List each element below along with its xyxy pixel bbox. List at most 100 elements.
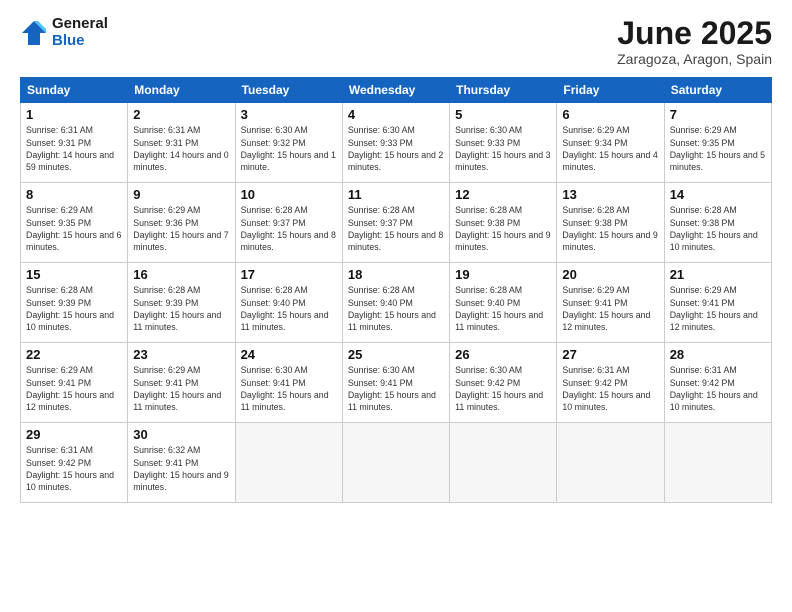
calendar-cell: 25 Sunrise: 6:30 AMSunset: 9:41 PMDaylig…: [342, 343, 449, 423]
logo-general: General: [52, 16, 108, 33]
calendar-cell: 5 Sunrise: 6:30 AMSunset: 9:33 PMDayligh…: [450, 103, 557, 183]
calendar-week-row: 29 Sunrise: 6:31 AMSunset: 9:42 PMDaylig…: [21, 423, 772, 503]
col-monday: Monday: [128, 78, 235, 103]
calendar-cell: 3 Sunrise: 6:30 AMSunset: 9:32 PMDayligh…: [235, 103, 342, 183]
day-number: 30: [133, 427, 229, 442]
calendar-cell: 26 Sunrise: 6:30 AMSunset: 9:42 PMDaylig…: [450, 343, 557, 423]
day-number: 5: [455, 107, 551, 122]
calendar-cell: 27 Sunrise: 6:31 AMSunset: 9:42 PMDaylig…: [557, 343, 664, 423]
day-number: 15: [26, 267, 122, 282]
day-number: 10: [241, 187, 337, 202]
calendar-cell: 20 Sunrise: 6:29 AMSunset: 9:41 PMDaylig…: [557, 263, 664, 343]
calendar-cell: 7 Sunrise: 6:29 AMSunset: 9:35 PMDayligh…: [664, 103, 771, 183]
day-info: Sunrise: 6:28 AMSunset: 9:39 PMDaylight:…: [133, 285, 221, 332]
day-info: Sunrise: 6:30 AMSunset: 9:32 PMDaylight:…: [241, 125, 336, 172]
calendar-cell: 12 Sunrise: 6:28 AMSunset: 9:38 PMDaylig…: [450, 183, 557, 263]
col-saturday: Saturday: [664, 78, 771, 103]
day-number: 1: [26, 107, 122, 122]
calendar-week-row: 22 Sunrise: 6:29 AMSunset: 9:41 PMDaylig…: [21, 343, 772, 423]
calendar-cell: [450, 423, 557, 503]
month-title: June 2025: [617, 16, 772, 51]
calendar-cell: 8 Sunrise: 6:29 AMSunset: 9:35 PMDayligh…: [21, 183, 128, 263]
day-number: 17: [241, 267, 337, 282]
day-number: 20: [562, 267, 658, 282]
calendar-cell: 24 Sunrise: 6:30 AMSunset: 9:41 PMDaylig…: [235, 343, 342, 423]
day-info: Sunrise: 6:29 AMSunset: 9:41 PMDaylight:…: [562, 285, 650, 332]
day-info: Sunrise: 6:28 AMSunset: 9:38 PMDaylight:…: [670, 205, 758, 252]
calendar-week-row: 15 Sunrise: 6:28 AMSunset: 9:39 PMDaylig…: [21, 263, 772, 343]
day-info: Sunrise: 6:28 AMSunset: 9:40 PMDaylight:…: [241, 285, 329, 332]
calendar-cell: [557, 423, 664, 503]
day-info: Sunrise: 6:31 AMSunset: 9:31 PMDaylight:…: [26, 125, 114, 172]
day-number: 16: [133, 267, 229, 282]
day-info: Sunrise: 6:28 AMSunset: 9:37 PMDaylight:…: [348, 205, 443, 252]
calendar-cell: [342, 423, 449, 503]
day-info: Sunrise: 6:29 AMSunset: 9:36 PMDaylight:…: [133, 205, 228, 252]
day-info: Sunrise: 6:30 AMSunset: 9:33 PMDaylight:…: [348, 125, 443, 172]
day-number: 22: [26, 347, 122, 362]
calendar-cell: [664, 423, 771, 503]
calendar-cell: 6 Sunrise: 6:29 AMSunset: 9:34 PMDayligh…: [557, 103, 664, 183]
calendar-cell: 19 Sunrise: 6:28 AMSunset: 9:40 PMDaylig…: [450, 263, 557, 343]
calendar-cell: 1 Sunrise: 6:31 AMSunset: 9:31 PMDayligh…: [21, 103, 128, 183]
day-info: Sunrise: 6:29 AMSunset: 9:34 PMDaylight:…: [562, 125, 657, 172]
day-info: Sunrise: 6:30 AMSunset: 9:41 PMDaylight:…: [348, 365, 436, 412]
calendar-header-row: Sunday Monday Tuesday Wednesday Thursday…: [21, 78, 772, 103]
calendar-week-row: 1 Sunrise: 6:31 AMSunset: 9:31 PMDayligh…: [21, 103, 772, 183]
calendar-cell: 4 Sunrise: 6:30 AMSunset: 9:33 PMDayligh…: [342, 103, 449, 183]
logo-icon: [20, 19, 48, 47]
day-number: 21: [670, 267, 766, 282]
day-number: 23: [133, 347, 229, 362]
day-number: 7: [670, 107, 766, 122]
day-info: Sunrise: 6:29 AMSunset: 9:41 PMDaylight:…: [670, 285, 758, 332]
calendar-cell: 2 Sunrise: 6:31 AMSunset: 9:31 PMDayligh…: [128, 103, 235, 183]
col-wednesday: Wednesday: [342, 78, 449, 103]
day-info: Sunrise: 6:31 AMSunset: 9:42 PMDaylight:…: [26, 445, 114, 492]
day-info: Sunrise: 6:28 AMSunset: 9:38 PMDaylight:…: [455, 205, 550, 252]
day-number: 27: [562, 347, 658, 362]
calendar-cell: 17 Sunrise: 6:28 AMSunset: 9:40 PMDaylig…: [235, 263, 342, 343]
calendar-cell: 22 Sunrise: 6:29 AMSunset: 9:41 PMDaylig…: [21, 343, 128, 423]
page: General Blue June 2025 Zaragoza, Aragon,…: [0, 0, 792, 612]
calendar-cell: 11 Sunrise: 6:28 AMSunset: 9:37 PMDaylig…: [342, 183, 449, 263]
day-number: 29: [26, 427, 122, 442]
calendar-cell: 30 Sunrise: 6:32 AMSunset: 9:41 PMDaylig…: [128, 423, 235, 503]
day-number: 24: [241, 347, 337, 362]
day-info: Sunrise: 6:30 AMSunset: 9:33 PMDaylight:…: [455, 125, 550, 172]
calendar-week-row: 8 Sunrise: 6:29 AMSunset: 9:35 PMDayligh…: [21, 183, 772, 263]
calendar-cell: 10 Sunrise: 6:28 AMSunset: 9:37 PMDaylig…: [235, 183, 342, 263]
day-info: Sunrise: 6:29 AMSunset: 9:35 PMDaylight:…: [670, 125, 765, 172]
day-info: Sunrise: 6:28 AMSunset: 9:37 PMDaylight:…: [241, 205, 336, 252]
day-number: 25: [348, 347, 444, 362]
calendar-cell: [235, 423, 342, 503]
header: General Blue June 2025 Zaragoza, Aragon,…: [20, 16, 772, 67]
calendar-cell: 13 Sunrise: 6:28 AMSunset: 9:38 PMDaylig…: [557, 183, 664, 263]
location: Zaragoza, Aragon, Spain: [617, 51, 772, 67]
day-number: 19: [455, 267, 551, 282]
col-tuesday: Tuesday: [235, 78, 342, 103]
col-sunday: Sunday: [21, 78, 128, 103]
calendar-cell: 29 Sunrise: 6:31 AMSunset: 9:42 PMDaylig…: [21, 423, 128, 503]
day-info: Sunrise: 6:28 AMSunset: 9:38 PMDaylight:…: [562, 205, 657, 252]
col-friday: Friday: [557, 78, 664, 103]
calendar-cell: 23 Sunrise: 6:29 AMSunset: 9:41 PMDaylig…: [128, 343, 235, 423]
day-number: 18: [348, 267, 444, 282]
calendar-cell: 21 Sunrise: 6:29 AMSunset: 9:41 PMDaylig…: [664, 263, 771, 343]
day-number: 26: [455, 347, 551, 362]
logo-text: General Blue: [52, 16, 108, 49]
day-info: Sunrise: 6:28 AMSunset: 9:40 PMDaylight:…: [348, 285, 436, 332]
calendar-cell: 18 Sunrise: 6:28 AMSunset: 9:40 PMDaylig…: [342, 263, 449, 343]
calendar-cell: 28 Sunrise: 6:31 AMSunset: 9:42 PMDaylig…: [664, 343, 771, 423]
day-number: 28: [670, 347, 766, 362]
day-number: 8: [26, 187, 122, 202]
day-info: Sunrise: 6:29 AMSunset: 9:41 PMDaylight:…: [133, 365, 221, 412]
day-number: 3: [241, 107, 337, 122]
calendar-cell: 14 Sunrise: 6:28 AMSunset: 9:38 PMDaylig…: [664, 183, 771, 263]
day-info: Sunrise: 6:28 AMSunset: 9:39 PMDaylight:…: [26, 285, 114, 332]
day-number: 12: [455, 187, 551, 202]
day-number: 11: [348, 187, 444, 202]
day-number: 13: [562, 187, 658, 202]
calendar-cell: 16 Sunrise: 6:28 AMSunset: 9:39 PMDaylig…: [128, 263, 235, 343]
calendar-cell: 15 Sunrise: 6:28 AMSunset: 9:39 PMDaylig…: [21, 263, 128, 343]
calendar-cell: 9 Sunrise: 6:29 AMSunset: 9:36 PMDayligh…: [128, 183, 235, 263]
